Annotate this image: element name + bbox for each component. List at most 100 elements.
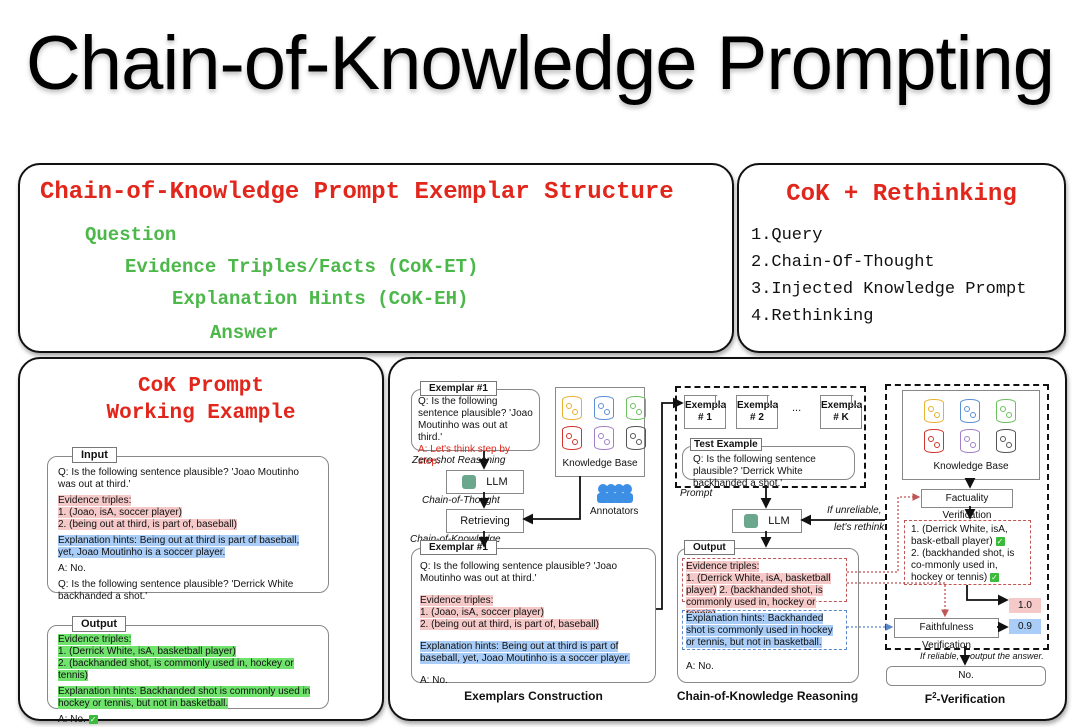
input-evidence-2: 2. (being out at third, is part of, base…	[58, 519, 237, 530]
output-evidence-2: 2. (backhanded shot, is commonly used in…	[58, 658, 294, 681]
exemplar-bottom-evidence-1: 1. (Joao, isA, soccer player)	[420, 607, 544, 618]
annotators-icon	[595, 483, 637, 503]
exemplar-doc-2: Exemplar # 2	[736, 395, 778, 429]
input-answer: A: No.	[58, 563, 86, 574]
database-icon	[594, 426, 614, 450]
structure-item-answer: Answer	[210, 322, 279, 344]
input-question-2: Q: Is the following sentence plausible? …	[58, 579, 294, 602]
structure-item-question: Question	[85, 224, 177, 246]
reasoning-hints: Explanation hints: Backhanded shot is co…	[686, 613, 833, 648]
exemplar-doc-1: Exemplar # 1	[684, 395, 726, 429]
exemplar-bottom-question: Q: Is the following sentence plausible? …	[420, 561, 618, 584]
annotators-label: Annotators	[590, 506, 639, 517]
exemplar-structure-panel: Chain-of-Knowledge Prompt Exemplar Struc…	[18, 163, 734, 353]
rethinking-item-2: 2.Chain-Of-Thought	[751, 253, 935, 272]
facts-box: 1. (Derrick White, isA, bask-etball play…	[904, 520, 1031, 585]
test-example-tag: Test Example	[690, 438, 762, 451]
structure-item-evidence: Evidence Triples/Facts (CoK-ET)	[125, 256, 479, 278]
database-icon	[626, 426, 646, 450]
structure-title: Chain-of-Knowledge Prompt Exemplar Struc…	[40, 179, 674, 206]
arrow-kb-to-retrieving	[522, 476, 581, 525]
page-title: Chain-of-Knowledge Prompting	[25, 21, 1055, 106]
rethink-label-1: If unreliable,	[827, 505, 882, 516]
output-evidence-label: Evidence triples:	[58, 634, 132, 645]
reasoning-output-tag: Output	[684, 540, 735, 555]
database-icon	[960, 429, 980, 453]
database-icon	[996, 399, 1016, 423]
rethinking-item-3: 3.Injected Knowledge Prompt	[751, 280, 1027, 299]
rethinking-item-1: 1.Query	[751, 226, 823, 245]
check-icon: ✓	[995, 536, 1005, 546]
output-card: Evidence triples: 1. (Derrick White, isA…	[47, 625, 329, 725]
database-icon	[626, 396, 646, 420]
rethinking-item-4: 4.Rethinking	[751, 307, 874, 326]
exemplar-bottom-evidence-2: 2. (being out at third, is part of, base…	[420, 619, 599, 630]
rethinking-title: CoK + Rethinking	[786, 181, 1017, 208]
rethinking-panel: CoK + Rethinking 1.Query 2.Chain-Of-Thou…	[737, 163, 1066, 353]
cot-label: Chain-of-Thought	[422, 495, 500, 506]
input-hints: Explanation hints: Being out at third is…	[58, 535, 300, 558]
llm-box-construction: LLM	[446, 470, 524, 494]
output-answer: A: No.	[58, 714, 86, 725]
check-icon: ✓	[88, 714, 98, 724]
knowledge-base-label: Knowledge Base	[562, 458, 638, 469]
exemplar-doc-k: Exemplar # K	[820, 395, 862, 429]
structure-item-hints: Explanation Hints (CoK-EH)	[172, 288, 469, 310]
fact-1: 1. (Derrick White, isA, bask-etball play…	[911, 524, 1008, 547]
retrieving-box: Retrieving	[446, 509, 524, 533]
test-example-question: Q: Is the following sentence plausible? …	[693, 454, 816, 489]
framework-diagram-panel: Q: Is the following sentence plausible? …	[388, 357, 1067, 721]
zero-shot-label: Zero-shot Reasoning	[412, 455, 506, 466]
reliable-label-2: output the answer.	[970, 651, 1044, 661]
output-hints: Explanation hints: Backhanded shot is co…	[58, 686, 311, 709]
openai-logo-icon	[744, 514, 759, 529]
input-question-1: Q: Is the following sentence plausible? …	[58, 467, 299, 490]
exemplar-bottom-card: Q: Is the following sentence plausible? …	[411, 548, 656, 686]
llm-label: LLM	[486, 476, 508, 488]
factuality-label: Factuality Verification	[942, 493, 992, 521]
reasoning-hints-box: Explanation hints: Backhanded shot is co…	[682, 610, 847, 650]
database-icon	[562, 396, 582, 420]
cok-reasoning-caption: Chain-of-Knowledge Reasoning	[676, 689, 859, 703]
exemplar-bottom-tag: Exemplar #1	[420, 540, 497, 555]
exemplar-bottom-answer: A: No.	[420, 675, 448, 686]
output-tag: Output	[72, 616, 127, 632]
working-example-panel: CoK Prompt Working Example Q: Is the fol…	[18, 357, 384, 725]
ellipsis: ...	[792, 402, 802, 414]
exemplar-bottom-hints: Explanation hints: Being out at third is…	[420, 641, 631, 664]
working-example-title-line1: CoK Prompt	[137, 375, 265, 398]
working-example-title: CoK Prompt Working Example	[20, 373, 382, 427]
reasoning-evidence-box: Evidence triples: 1. (Derrick White, isA…	[682, 558, 847, 620]
check-icon: ✓	[989, 572, 999, 582]
working-example-title-line2: Working Example	[106, 402, 296, 425]
test-example-card: Q: Is the following sentence plausible? …	[682, 446, 855, 489]
f2-verification-caption: F2-Verification	[924, 691, 1006, 706]
knowledge-base-label: Knowledge Base	[933, 461, 1009, 472]
fact-2: 2. (backhanded shot, is co-mmonly used i…	[911, 548, 1015, 583]
reasoning-answer: A: No.	[686, 661, 714, 672]
knowledge-base-cylinders	[924, 399, 1018, 453]
reliable-label-1: If reliable,	[920, 651, 960, 661]
exemplar-top-question: Q: Is the following sentence plausible? …	[418, 396, 533, 443]
reasoning-evidence-label: Evidence triples:	[686, 561, 760, 572]
faithfulness-label: Faithfulness Verification	[919, 622, 974, 651]
input-card: Q: Is the following sentence plausible? …	[47, 456, 329, 602]
input-tag: Input	[72, 447, 117, 463]
llm-box-reasoning: LLM	[732, 509, 802, 533]
input-evidence-label: Evidence triples:	[58, 495, 132, 506]
faithfulness-verification-box: Faithfulness Verification	[894, 618, 999, 651]
database-icon	[924, 429, 944, 453]
knowledge-base-box-construction: Knowledge Base	[555, 387, 648, 477]
final-answer-box: No.	[886, 666, 1046, 686]
exemplar-top-tag: Exemplar #1	[420, 381, 497, 396]
database-icon	[996, 429, 1016, 453]
exemplar-top-card: Q: Is the following sentence plausible? …	[411, 389, 540, 467]
final-answer: No.	[958, 670, 974, 681]
database-icon	[562, 426, 582, 450]
database-icon	[924, 399, 944, 423]
input-evidence-1: 1. (Joao, isA, soccer player)	[58, 507, 182, 518]
exemplars-construction-caption: Exemplars Construction	[464, 689, 603, 703]
knowledge-base-box-verification: Knowledge Base	[902, 390, 1040, 480]
knowledge-base-cylinders	[562, 396, 648, 450]
llm-label: LLM	[768, 515, 790, 527]
